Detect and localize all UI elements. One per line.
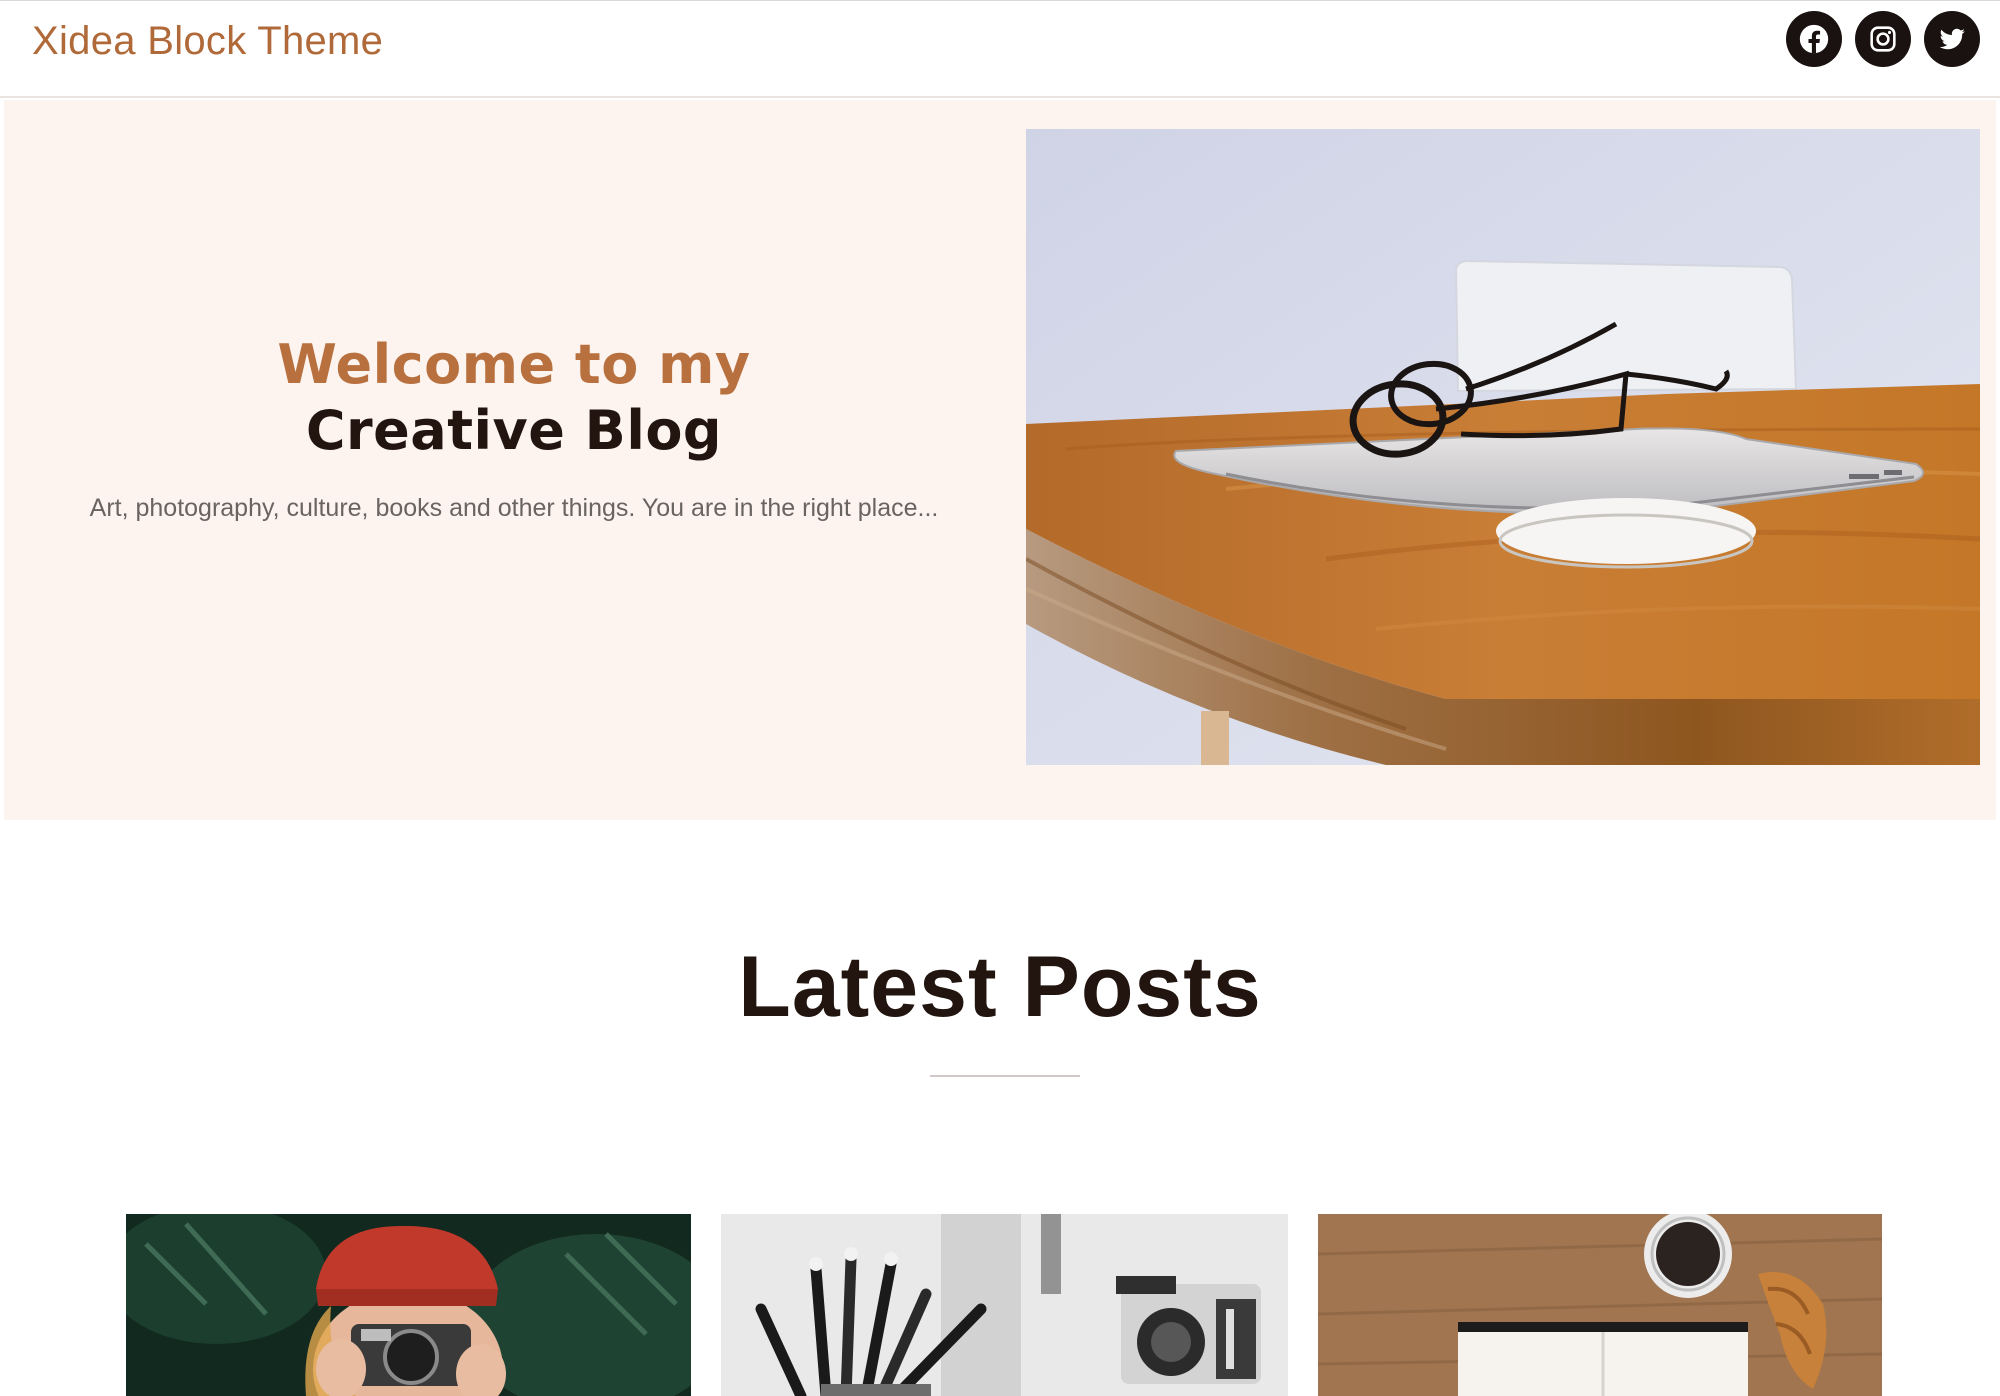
photographer-photo — [126, 1214, 691, 1396]
hero-section: Welcome to my Creative Blog Art, photogr… — [4, 100, 1996, 820]
hero-text: Welcome to my Creative Blog Art, photogr… — [64, 332, 964, 528]
facebook-icon — [1799, 24, 1829, 54]
instagram-link[interactable] — [1855, 11, 1911, 67]
desk-laptop-photo — [1026, 129, 1980, 765]
post-thumbnail-notebook[interactable] — [1318, 1214, 1882, 1396]
hero-heading-line1: Welcome to my — [277, 333, 751, 396]
post-thumbnail-pencils[interactable] — [721, 1214, 1288, 1396]
post-thumbnail-photographer[interactable] — [126, 1214, 691, 1396]
hero-image — [1026, 129, 1980, 765]
site-title-link[interactable]: Xidea Block Theme — [32, 19, 383, 64]
twitter-icon — [1939, 28, 1965, 50]
social-links — [1786, 11, 1980, 67]
latest-posts-heading: Latest Posts — [738, 939, 1262, 1035]
hero-description: Art, photography, culture, books and oth… — [89, 494, 939, 522]
hero-heading-line2: Creative Blog — [305, 399, 723, 462]
heading-separator — [930, 1075, 1080, 1077]
page: Xidea Block Theme Welcome to my Creative… — [0, 0, 2000, 1396]
instagram-icon — [1870, 26, 1896, 52]
notebook-coffee-photo — [1318, 1214, 1882, 1396]
pencils-photo — [721, 1214, 1288, 1396]
twitter-link[interactable] — [1924, 11, 1980, 67]
site-header: Xidea Block Theme — [0, 0, 2000, 98]
facebook-link[interactable] — [1786, 11, 1842, 67]
